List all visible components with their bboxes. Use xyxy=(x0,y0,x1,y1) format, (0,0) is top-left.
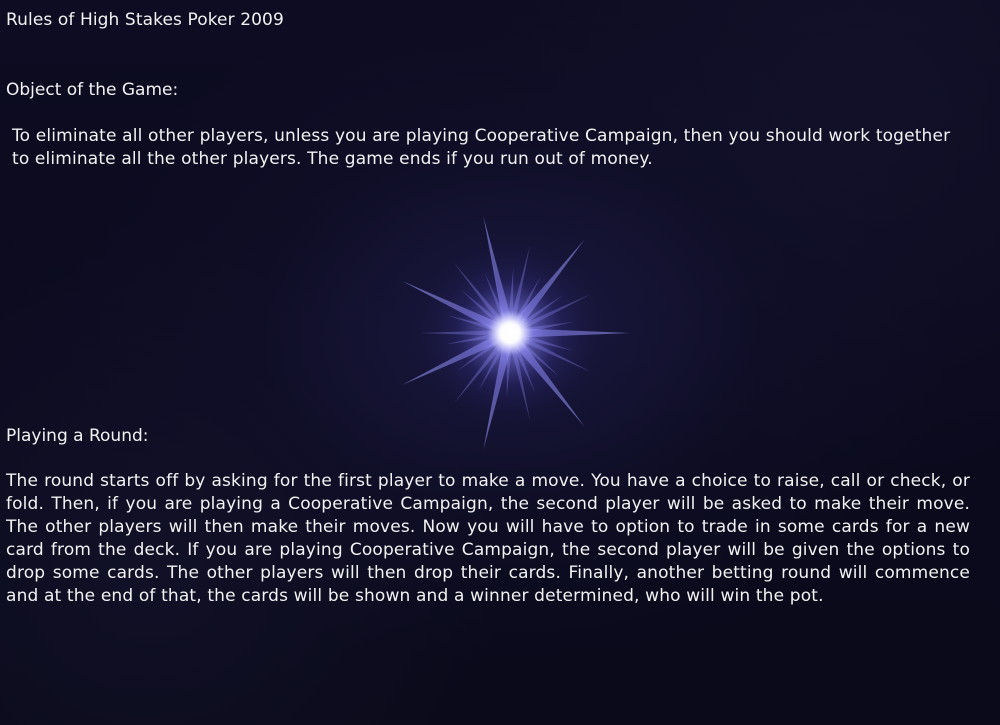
section-heading-round: Playing a Round: xyxy=(6,426,149,446)
section-body-round: The round starts off by asking for the f… xyxy=(6,471,970,606)
section-heading-object: Object of the Game: xyxy=(6,80,179,100)
section-body-object: To eliminate all other players, unless y… xyxy=(12,126,951,169)
page-title: Rules of High Stakes Poker 2009 xyxy=(6,10,284,30)
